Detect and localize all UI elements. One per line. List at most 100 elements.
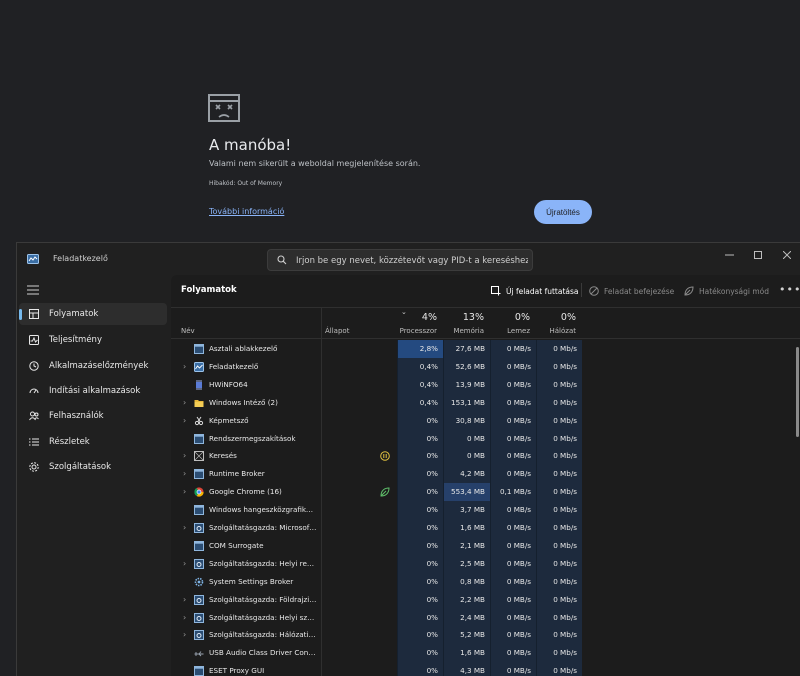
expand-chevron-icon[interactable]: › [183, 613, 186, 622]
cpu-cell: 0% [397, 572, 443, 591]
efficiency-mode-button[interactable]: Hatékonysági mód [684, 283, 769, 299]
process-row[interactable]: › Google Chrome (16) 0% 553,4 MB 0,1 MB/s 0 M… [171, 483, 800, 502]
window-icon [194, 344, 204, 354]
process-row[interactable]: Windows hangeszközgrafikon... 0% 3,7 MB 0 M… [171, 501, 800, 520]
end-task-button[interactable]: Feladat befejezése [589, 283, 674, 299]
expand-chevron-icon[interactable]: › [183, 630, 186, 639]
process-row[interactable]: › Szolgáltatásgazda: Helyi rends... 0% 2,5 … [171, 554, 800, 573]
network-cell: 0 Mb/s [536, 501, 582, 520]
process-row[interactable]: › Keresés 0% 0 MB 0 MB/s 0 Mb/s [171, 447, 800, 466]
memory-column-header[interactable]: 13% Memória [443, 308, 490, 339]
new-task-button[interactable]: Új feladat futtatása [491, 283, 578, 299]
process-row[interactable]: USB Audio Class Driver Contro... 0% 1,6 MB… [171, 644, 800, 663]
snip-icon [194, 416, 204, 425]
chip-icon [196, 379, 202, 390]
expand-chevron-icon[interactable]: › [183, 487, 186, 496]
name-column-label: Név [181, 327, 195, 335]
minimize-button[interactable] [717, 247, 741, 263]
cpu-cell: 0% [397, 644, 443, 663]
cpu-cell: 0% [397, 662, 443, 676]
process-row[interactable]: › Szolgáltatásgazda: Földrajzi H... 0% 2,2 … [171, 590, 800, 609]
status-column-header[interactable]: Állapot [321, 308, 397, 339]
process-row[interactable]: › Szolgáltatásgazda: Hálózati sz... 0% 5,2 … [171, 626, 800, 645]
memory-cell: 13,9 MB [443, 375, 490, 394]
search-box[interactable] [267, 249, 533, 271]
process-row[interactable]: COM Surrogate 0% 2,1 MB 0 MB/s 0 Mb/s [171, 536, 800, 555]
network-column-header[interactable]: 0% Hálózat [536, 308, 582, 339]
process-row[interactable]: › Windows Intéző (2) 0,4% 153,1 MB 0 MB/s 0 M… [171, 393, 800, 412]
sidebar-item-users[interactable]: Felhasználók [19, 405, 167, 427]
gear-icon [194, 558, 204, 569]
sidebar-item-services[interactable]: Szolgáltatások [19, 456, 167, 478]
expand-chevron-icon[interactable]: › [183, 523, 186, 532]
expand-chevron-icon[interactable]: › [183, 398, 186, 407]
status-column-label: Állapot [325, 327, 350, 335]
details-icon [29, 438, 39, 446]
performance-icon [29, 335, 39, 345]
process-row[interactable]: HWiNFO64 0,4% 13,9 MB 0 MB/s 0 Mb/s [171, 375, 800, 394]
process-row[interactable]: › Szolgáltatásgazda: Microsoft P... 0% 1,6 … [171, 519, 800, 537]
expand-chevron-icon[interactable]: › [183, 595, 186, 604]
disk-cell: 0 MB/s [490, 447, 536, 466]
minimize-icon [724, 254, 734, 256]
expand-chevron-icon[interactable]: › [183, 362, 186, 371]
vertical-scrollbar[interactable] [796, 347, 799, 437]
maximize-button[interactable] [746, 247, 770, 263]
process-row[interactable]: System Settings Broker 0% 0,8 MB 0 MB/s 0 Mb… [171, 572, 800, 591]
network-cell: 0 Mb/s [536, 608, 582, 627]
process-row[interactable]: › Szolgáltatásgazda: Helyi szolg... 0% 2,4 … [171, 608, 800, 627]
more-info-link[interactable]: További információ [209, 207, 284, 216]
sidebar-item-performance[interactable]: Teljesítmény [19, 329, 167, 351]
page-title: Folyamatok [181, 285, 237, 295]
close-button[interactable] [775, 247, 799, 263]
search-box-icon [194, 451, 204, 462]
expand-chevron-icon[interactable]: › [183, 469, 186, 478]
disk-cell: 0 MB/s [490, 572, 536, 591]
sidebar-item-details[interactable]: Részletek [19, 431, 167, 453]
active-indicator [19, 309, 22, 320]
disk-cell: 0,1 MB/s [490, 483, 536, 502]
users-icon [29, 411, 39, 421]
sidebar-item-app-history[interactable]: Alkalmazáselőzmények [19, 355, 167, 377]
disk-column-header[interactable]: 0% Lemez [490, 308, 536, 339]
network-cell: 0 Mb/s [536, 626, 582, 645]
gear-icon [194, 612, 204, 623]
more-options-button[interactable]: ••• [779, 283, 800, 296]
usb-icon [194, 651, 204, 657]
expand-chevron-icon[interactable]: › [183, 451, 186, 460]
disk-cell: 0 MB/s [490, 501, 536, 520]
process-row[interactable]: › Képmetsző 0% 30,8 MB 0 MB/s 0 Mb/s [171, 411, 800, 430]
memory-cell: 52,6 MB [443, 357, 490, 376]
process-row[interactable]: › Feladatkezelő 0,4% 52,6 MB 0 MB/s 0 Mb/s [171, 357, 800, 376]
cpu-column-label: Processzor [399, 327, 437, 335]
cpu-cell: 0% [397, 411, 443, 430]
sidebar-item-processes[interactable]: Folyamatok [19, 303, 167, 325]
memory-cell: 1,6 MB [443, 644, 490, 663]
name-column-header[interactable]: Név [171, 308, 321, 339]
disk-cell: 0 MB/s [490, 465, 536, 484]
process-row[interactable]: Asztali ablakkezelő 2,8% 27,6 MB 0 MB/s 0 Mb… [171, 340, 800, 358]
disk-total: 0% [514, 312, 530, 323]
sidebar-item-startup-apps[interactable]: Indítási alkalmazások [19, 380, 167, 402]
reload-button[interactable]: Újratöltés [534, 200, 592, 224]
cpu-cell: 0% [397, 519, 443, 537]
process-name: Rendszermegszakítások [209, 433, 296, 443]
disk-cell: 0 MB/s [490, 662, 536, 676]
process-row[interactable]: › Runtime Broker 0% 4,2 MB 0 MB/s 0 Mb/s [171, 465, 800, 484]
network-cell: 0 Mb/s [536, 519, 582, 537]
expand-chevron-icon[interactable]: › [183, 559, 186, 568]
hamburger-menu-icon[interactable] [27, 285, 39, 295]
process-row[interactable]: ESET Proxy GUI 0% 4,3 MB 0 MB/s 0 Mb/s [171, 662, 800, 676]
end-task-label: Feladat befejezése [604, 286, 675, 296]
process-row[interactable]: Rendszermegszakítások 0% 0 MB 0 MB/s 0 Mb/s [171, 429, 800, 448]
search-input[interactable] [296, 253, 528, 268]
expand-chevron-icon[interactable]: › [183, 416, 186, 425]
window-icon [194, 505, 204, 516]
process-name: Google Chrome (16) [209, 487, 282, 497]
cpu-column-header[interactable]: 4% Processzor [397, 308, 443, 339]
network-cell: 0 Mb/s [536, 375, 582, 394]
network-cell: 0 Mb/s [536, 465, 582, 484]
suspended-status-icon [380, 451, 390, 462]
search-icon [277, 255, 287, 265]
memory-cell: 153,1 MB [443, 393, 490, 412]
